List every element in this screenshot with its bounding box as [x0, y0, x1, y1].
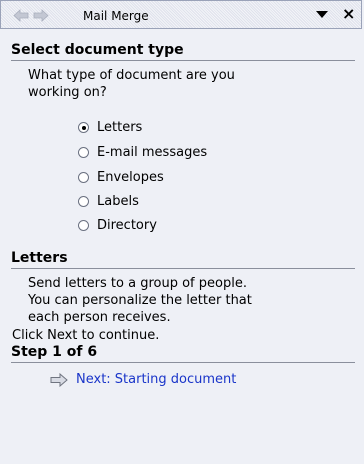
task-pane-title-bar: Mail Merge × [0, 0, 362, 29]
radio-label: Letters [97, 120, 143, 135]
close-icon[interactable]: × [342, 6, 355, 22]
letters-description: Send letters to a group of people. You c… [28, 275, 252, 326]
chevron-down-icon[interactable] [316, 11, 328, 19]
radio-label: E-mail messages [97, 145, 208, 160]
radio-button[interactable] [78, 122, 89, 133]
select-document-type-heading: Select document type [11, 42, 355, 61]
question-line-1: What type of document are you [28, 68, 235, 83]
step-indicator: Step 1 of 6 [11, 344, 355, 363]
arrow-right-icon [50, 372, 68, 387]
radio-button[interactable] [78, 196, 89, 207]
arrow-left-icon[interactable] [13, 9, 29, 22]
next-starting-document-link[interactable]: Next: Starting document [50, 372, 236, 387]
radio-button[interactable] [78, 172, 89, 183]
radio-button[interactable] [78, 220, 89, 231]
document-type-question: What type of document are you working on… [28, 67, 235, 101]
task-pane-title: Mail Merge [83, 9, 149, 23]
radio-label: Envelopes [97, 170, 164, 185]
arrow-right-icon[interactable] [33, 9, 49, 22]
next-link-label: Next: Starting document [76, 372, 237, 387]
letters-description-line-2: You can personalize the letter that [28, 293, 252, 308]
radio-label: Directory [97, 218, 157, 233]
letters-description-line-1: Send letters to a group of people. [28, 276, 247, 291]
radio-label: Labels [97, 194, 139, 209]
letters-heading: Letters [11, 250, 355, 269]
continue-instruction: Click Next to continue. [12, 328, 160, 343]
letters-description-line-3: each person receives. [28, 310, 171, 325]
radio-button[interactable] [78, 147, 89, 158]
question-line-2: working on? [28, 85, 107, 100]
